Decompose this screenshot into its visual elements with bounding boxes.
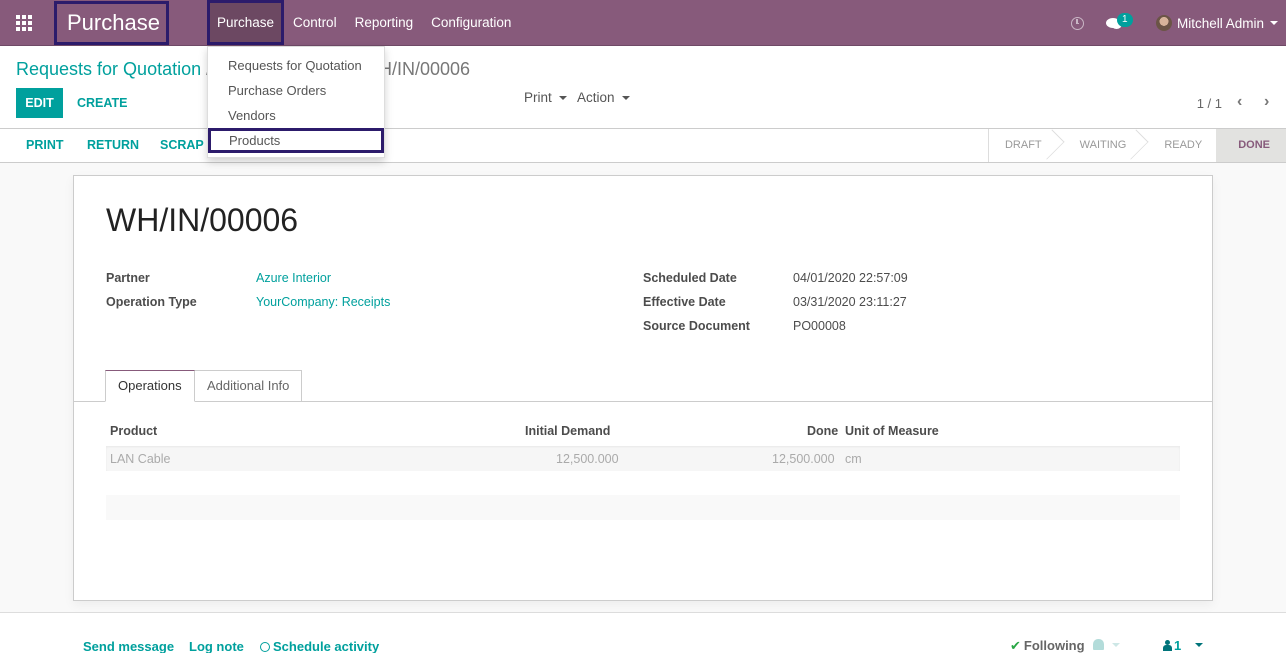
cell-product: LAN Cable <box>110 452 171 466</box>
empty-table-row <box>106 495 1180 520</box>
menu-reporting[interactable]: Reporting <box>346 0 423 46</box>
status-stages: DRAFT WAITING READY DONE <box>987 129 1286 162</box>
stage-ready: READY <box>1164 139 1203 151</box>
followers-button[interactable]: 1 <box>1163 638 1181 653</box>
dropdown-vendors[interactable]: Vendors <box>208 103 384 128</box>
edit-button[interactable]: EDIT <box>16 88 63 118</box>
form-sheet: WH/IN/00006 Partner Azure Interior Opera… <box>73 175 1213 601</box>
schedule-activity-label: Schedule activity <box>273 639 380 653</box>
following-button[interactable]: ✔ Following <box>1010 638 1085 653</box>
bell-icon[interactable] <box>1093 639 1104 650</box>
check-icon: ✔ <box>1010 638 1021 653</box>
print-button[interactable]: PRINT <box>26 129 64 162</box>
cell-uom: cm <box>845 452 862 466</box>
action-dropdown[interactable]: Action <box>577 90 630 105</box>
pager-next-icon[interactable]: › <box>1264 93 1269 111</box>
caret-down-icon <box>621 95 630 100</box>
pager-previous-icon[interactable]: ‹ <box>1237 93 1242 111</box>
operation-type-label: Operation Type <box>106 295 197 309</box>
menu-purchase[interactable]: Purchase <box>207 0 285 45</box>
stage-draft: DRAFT <box>989 129 1056 162</box>
stage-done: DONE <box>1216 129 1286 162</box>
effective-date-label: Effective Date <box>643 295 726 309</box>
tab-additional-info[interactable]: Additional Info <box>195 370 303 402</box>
user-icon <box>1163 640 1172 651</box>
systray: 1 Mitchell Admin <box>1070 0 1286 46</box>
pager-value[interactable]: 1 / 1 <box>1197 96 1222 111</box>
log-note-button[interactable]: Log note <box>189 639 244 653</box>
print-dropdown[interactable]: Print <box>524 90 567 105</box>
app-brand[interactable]: Purchase <box>54 1 169 45</box>
caret-down-icon[interactable] <box>1112 643 1120 647</box>
action-dropdown-label: Action <box>577 90 615 105</box>
activity-clock-icon[interactable] <box>1070 16 1084 30</box>
messaging-button[interactable]: 1 <box>1105 13 1133 32</box>
dropdown-products[interactable]: Products <box>208 128 384 153</box>
menu-control[interactable]: Control <box>284 0 346 46</box>
print-dropdown-label: Print <box>524 90 552 105</box>
effective-date-value: 03/31/2020 23:11:27 <box>793 295 907 309</box>
create-button[interactable]: CREATE <box>77 88 127 118</box>
user-menu[interactable]: Mitchell Admin <box>1177 16 1264 31</box>
clock-icon <box>260 642 270 652</box>
scrap-button[interactable]: SCRAP <box>160 129 204 162</box>
messages-badge: 1 <box>1116 13 1133 27</box>
return-button[interactable]: RETURN <box>87 129 139 162</box>
stage-waiting: WAITING <box>1056 129 1141 162</box>
schedule-activity-button[interactable]: Schedule activity <box>260 639 379 653</box>
followers-count: 1 <box>1174 638 1182 653</box>
source-document-label: Source Document <box>643 319 750 333</box>
caret-down-icon[interactable] <box>1270 21 1278 25</box>
send-message-button[interactable]: Send message <box>83 639 174 653</box>
user-avatar[interactable] <box>1155 15 1172 31</box>
following-label: Following <box>1023 638 1085 653</box>
breadcrumb-parent[interactable]: Requests for Quotation <box>16 59 201 79</box>
breadcrumb: Requests for Quotation / WH/IN/00006 <box>16 59 470 80</box>
column-done[interactable]: Done <box>807 424 838 438</box>
source-document-value: PO00008 <box>793 319 846 333</box>
table-row[interactable] <box>106 446 1180 471</box>
scheduled-date-label: Scheduled Date <box>643 271 737 285</box>
scheduled-date-value: 04/01/2020 22:57:09 <box>793 271 908 285</box>
column-product[interactable]: Product <box>110 424 157 438</box>
dropdown-requests-for-quotation[interactable]: Requests for Quotation <box>208 53 384 78</box>
purchase-menu-dropdown: Requests for Quotation Purchase Orders V… <box>207 46 385 158</box>
caret-down-icon[interactable] <box>1195 643 1203 647</box>
statusbar: PRINT RETURN SCRAP DRAFT WAITING READY D… <box>0 128 1286 163</box>
main-menu: Purchase Control Reporting Configuration <box>207 0 520 46</box>
column-unit-of-measure[interactable]: Unit of Measure <box>845 424 939 438</box>
cell-initial-demand: 12,500.000 <box>556 452 619 466</box>
menu-configuration[interactable]: Configuration <box>422 0 520 46</box>
record-title: WH/IN/00006 <box>106 202 299 238</box>
cell-done: 12,500.000 <box>772 452 835 466</box>
dropdown-purchase-orders[interactable]: Purchase Orders <box>208 78 384 103</box>
partner-value[interactable]: Azure Interior <box>256 271 331 285</box>
tab-operations[interactable]: Operations <box>105 370 195 402</box>
column-initial-demand[interactable]: Initial Demand <box>525 424 610 438</box>
operation-type-value[interactable]: YourCompany: Receipts <box>256 295 390 309</box>
caret-down-icon <box>558 95 567 100</box>
partner-label: Partner <box>106 271 150 285</box>
apps-menu-icon[interactable] <box>16 15 33 31</box>
top-navbar: Purchase Purchase Control Reporting Conf… <box>0 0 1286 46</box>
